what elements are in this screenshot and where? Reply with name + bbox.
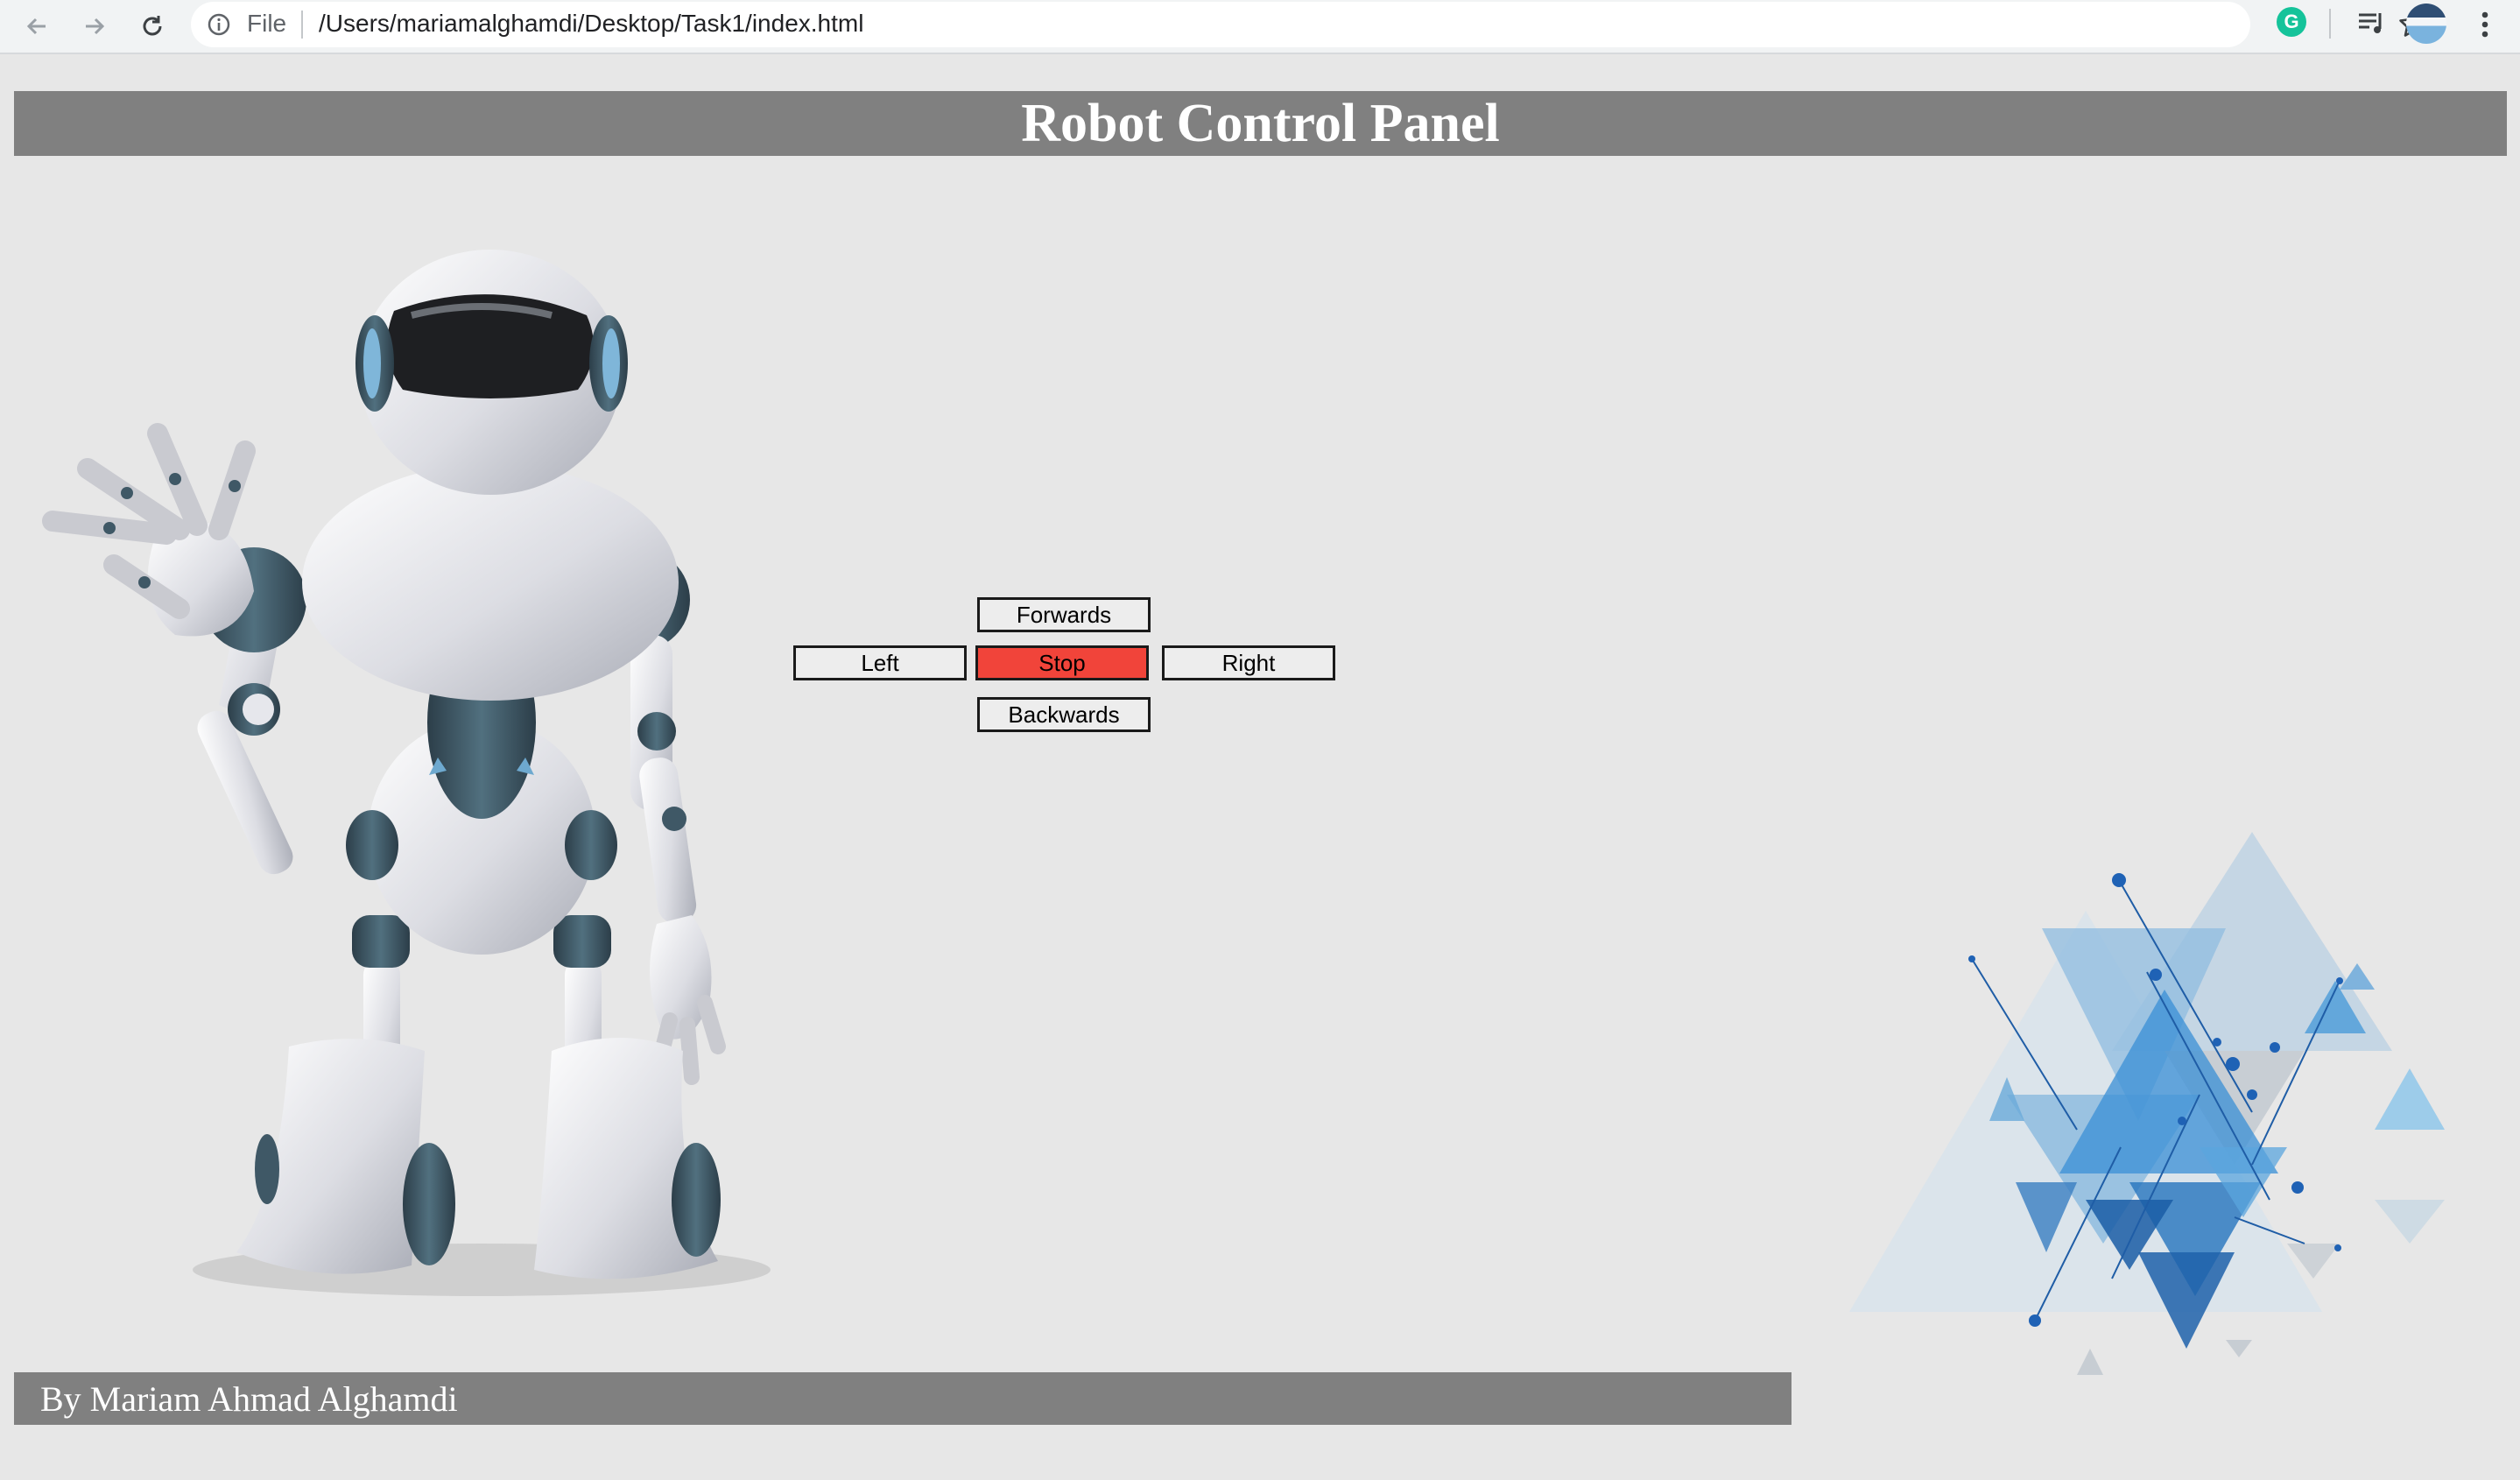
omnibox-divider bbox=[301, 11, 303, 39]
back-arrow-icon[interactable] bbox=[16, 5, 58, 47]
scheme-label: File bbox=[247, 10, 287, 37]
toolbar-divider bbox=[2329, 9, 2331, 39]
grammarly-icon[interactable]: G bbox=[2277, 7, 2306, 37]
browser-toolbar: File /Users/mariamalghamdi/Desktop/Task1… bbox=[0, 0, 2520, 54]
page-footer: By Mariam Ahmad Alghamdi bbox=[14, 1372, 1791, 1425]
url-text[interactable]: /Users/mariamalghamdi/Desktop/Task1/inde… bbox=[319, 10, 863, 38]
footer-credit: By Mariam Ahmad Alghamdi bbox=[40, 1378, 458, 1419]
backwards-button[interactable]: Backwards bbox=[977, 697, 1151, 732]
profile-avatar[interactable] bbox=[2406, 4, 2446, 44]
forward-arrow-icon[interactable] bbox=[74, 5, 116, 47]
page-title: Robot Control Panel bbox=[1021, 93, 1500, 153]
media-control-icon[interactable] bbox=[2354, 5, 2389, 40]
info-icon[interactable] bbox=[207, 12, 231, 37]
right-button[interactable]: Right bbox=[1162, 645, 1335, 680]
reload-icon[interactable] bbox=[131, 5, 173, 47]
robot-illustration bbox=[42, 250, 771, 1296]
menu-dots-icon[interactable] bbox=[2471, 5, 2499, 44]
page-header: Robot Control Panel bbox=[14, 91, 2507, 156]
stop-button[interactable]: Stop bbox=[975, 645, 1149, 680]
address-bar[interactable]: File /Users/mariamalghamdi/Desktop/Task1… bbox=[191, 2, 2427, 47]
triangle-decoration bbox=[1849, 832, 2445, 1375]
left-button[interactable]: Left bbox=[793, 645, 967, 680]
forwards-button[interactable]: Forwards bbox=[977, 597, 1151, 632]
